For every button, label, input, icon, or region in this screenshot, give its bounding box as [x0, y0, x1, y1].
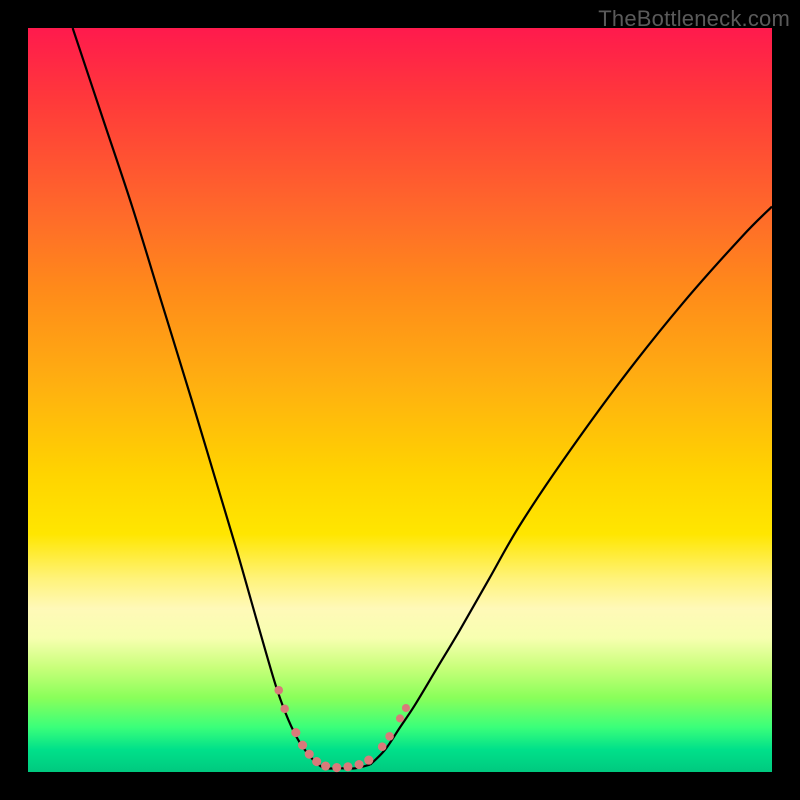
data-marker [298, 741, 307, 750]
data-marker [312, 757, 321, 766]
chart-frame: TheBottleneck.com [0, 0, 800, 800]
data-marker [364, 756, 373, 765]
data-marker [396, 714, 404, 722]
curve-group [73, 28, 772, 769]
marker-group [274, 686, 410, 772]
data-marker [385, 732, 394, 741]
plot-area [28, 28, 772, 772]
watermark-text: TheBottleneck.com [598, 6, 790, 32]
curve-right-curve [370, 207, 772, 765]
chart-svg [28, 28, 772, 772]
data-marker [378, 742, 387, 751]
data-marker [355, 760, 364, 769]
data-marker [332, 763, 341, 772]
curve-left-curve [73, 28, 319, 765]
data-marker [280, 704, 289, 713]
data-marker [305, 750, 314, 759]
data-marker [321, 761, 330, 770]
data-marker [402, 704, 410, 712]
data-marker [291, 728, 300, 737]
data-marker [274, 686, 283, 695]
data-marker [343, 762, 352, 771]
